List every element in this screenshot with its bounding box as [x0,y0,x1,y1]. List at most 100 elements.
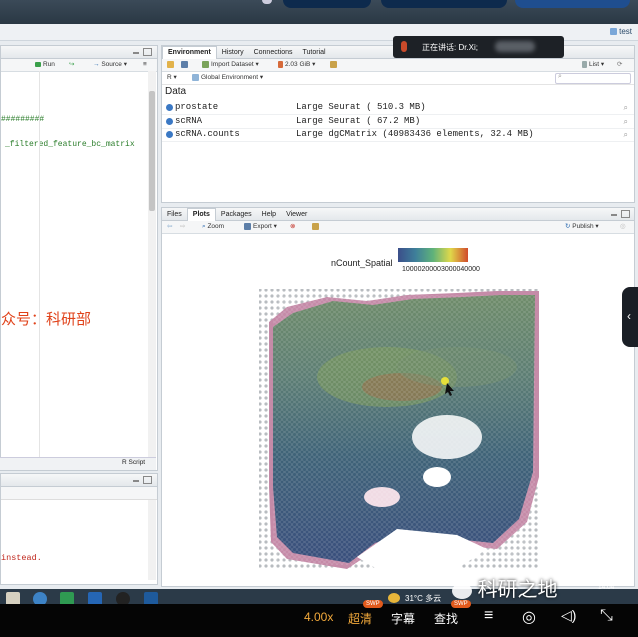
minimize-icon[interactable] [133,52,139,54]
tab-viewer[interactable]: Viewer [281,209,312,221]
console-minimize-icon[interactable] [133,480,139,482]
view-icon[interactable]: ⌕ [624,115,628,128]
expand-icon[interactable] [166,104,173,111]
side-panel-handle[interactable]: ‹ [622,287,638,347]
env-toolbar: Import Dataset ▾ 2.03 GiB ▾ List ▾ ⟳ [162,59,634,72]
quality-button[interactable]: 超清 [348,610,372,627]
tab-help[interactable]: Help [257,209,281,221]
search-button[interactable]: 查找 [434,610,458,627]
publish-button[interactable]: ↻ Publish ▾ [565,221,599,233]
export-icon [244,222,251,230]
env-icon [192,73,199,81]
search-icon: ⌕ [558,73,562,80]
console-toolbar [1,487,157,500]
exit-fullscreen-icon[interactable]: ⤡ [600,607,613,625]
env-row[interactable]: prostate Large Seurat ( 510.3 MB) ⌕ [162,101,634,115]
source-button[interactable]: → Source ▾ [93,59,127,71]
editor-scroll-thumb[interactable] [149,91,155,211]
env-row[interactable]: scRNA Large Seurat ( 67.2 MB) ⌕ [162,115,634,129]
plots-pane: Files Plots Packages Help Viewer ⇦ ⇨ ⌕ Zoom … [161,207,635,587]
console-scrollbar[interactable] [148,500,156,580]
wechat-watermark: 科研之地 [452,573,558,602]
editor-tabbar [1,46,157,59]
load-workspace-icon[interactable] [167,59,176,71]
expand-icon[interactable] [166,131,173,138]
plots-refresh-icon[interactable]: ◎ [620,221,626,233]
legend-tick: 40000 [460,266,480,273]
taskbar-clock: 14:04 [598,584,615,591]
margin-guide [39,71,40,467]
playback-speed[interactable]: 4.00x [304,610,333,624]
console-tabbar [1,474,157,487]
playlist-icon[interactable]: ≡ [484,607,493,625]
forward-arrow-icon[interactable]: ⇨ [180,221,185,233]
view-icon[interactable]: ⌕ [624,101,628,114]
expand-icon[interactable] [166,118,173,125]
env-row[interactable]: scRNA.counts Large dgCMatrix (40983436 el… [162,128,634,142]
editor-menu-icon[interactable]: ≡ [143,59,147,71]
view-icon[interactable]: ⌕ [624,128,628,141]
watermark-text: 众号：科研部 [1,311,92,328]
tab-tutorial[interactable]: Tutorial [298,47,331,59]
top-bar [0,0,638,24]
volume-icon[interactable]: ◁) [561,607,576,624]
spatial-feature-plot [257,287,542,573]
tab-packages[interactable]: Packages [216,209,257,221]
weather-text: 31°C 多云 [405,594,442,603]
env-search-input[interactable]: ⌕ [555,73,631,84]
blurred-name [495,41,535,52]
plots-minimize-icon[interactable] [611,214,617,216]
code-line-2[interactable]: _filtered_feature_bc_matrix [5,140,135,149]
settings-icon[interactable]: ◎ [522,607,536,627]
global-env-select[interactable]: Global Environment ▾ [192,72,263,84]
console-pane: instead. [0,473,158,585]
console-warning-text: instead. [1,553,42,563]
console-maximize-icon[interactable] [143,476,152,484]
tab-files[interactable]: Files [162,209,187,221]
quality-badge: SWP [363,600,383,608]
source-arrow-icon: → [93,61,100,68]
legend-colorbar [398,248,468,262]
import-icon [202,60,209,68]
run-arrow-icon [35,61,41,67]
tab-plots[interactable]: Plots [186,208,216,221]
plots-maximize-icon[interactable] [621,210,630,218]
import-dataset-button[interactable]: Import Dataset ▾ [202,59,259,71]
project-icon [610,28,618,36]
memory-icon [278,60,283,68]
tab-history[interactable]: History [217,47,249,59]
run-button[interactable]: Run [35,59,55,71]
source-editor-pane: Run ↪ → Source ▾ ≡ ######### _filtered_f… [0,45,158,471]
weather-icon [388,593,400,603]
zoom-button[interactable]: ⌕ Zoom [202,221,224,233]
clear-broom-icon[interactable] [330,59,339,71]
env-scopebar: R ▾ Global Environment ▾ ⌕ [162,72,634,85]
chevron-left-icon: ‹ [627,309,631,323]
maximize-icon[interactable] [143,48,152,56]
subtitles-button[interactable]: 字幕 [391,610,415,627]
refresh-icon[interactable]: ⟳ [617,59,622,71]
back-arrow-icon[interactable]: ⇦ [167,221,172,233]
clear-plots-icon[interactable] [312,221,321,233]
legend-tick: 10000 [402,266,422,273]
plots-toolbar: ⇦ ⇨ ⌕ Zoom Export ▾ ⊗ ↻ Publish ▾ ◎ [162,221,634,234]
remove-plot-icon[interactable]: ⊗ [290,221,295,233]
microphone-icon [401,41,407,52]
editor-scrollbar[interactable] [148,71,156,467]
publish-icon: ↻ [565,223,571,230]
legend-ticks: 10000200003000040000 [402,266,480,273]
tab-connections[interactable]: Connections [249,47,298,59]
editor-statusbar: R Script [0,457,156,470]
memory-usage[interactable]: 2.03 GiB ▾ [278,59,315,71]
export-button[interactable]: Export ▾ [244,221,277,233]
save-workspace-icon[interactable] [181,59,190,71]
project-label[interactable]: test [610,27,632,36]
tab-environment[interactable]: Environment [162,46,217,59]
camera-dot [262,0,272,4]
rerun-icon[interactable]: ↪ [69,59,74,71]
script-type-label[interactable]: R Script [122,459,145,466]
code-line-1[interactable]: ######### [1,115,44,124]
language-select[interactable]: R ▾ [167,72,177,84]
notification-text: 正在讲话: Dr.Xi; [422,43,479,52]
list-view-button[interactable]: List ▾ [582,59,604,71]
